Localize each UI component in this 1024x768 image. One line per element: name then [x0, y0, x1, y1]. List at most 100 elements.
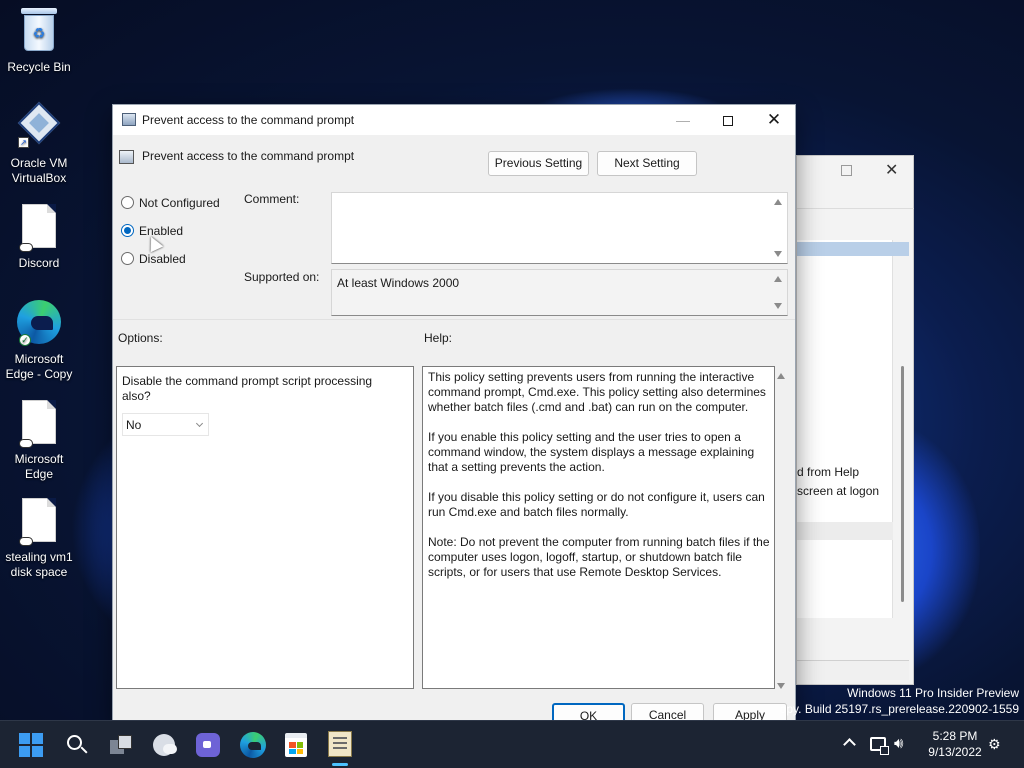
window-title: Prevent access to the command prompt — [142, 113, 355, 127]
desktop-icon-edge-copy[interactable]: ✓ Microsoft Edge - Copy — [4, 300, 74, 382]
scroll-up-icon[interactable] — [774, 199, 782, 205]
scroll-down-icon[interactable] — [774, 303, 782, 309]
chevron-up-icon[interactable] — [843, 738, 856, 751]
radio-circle[interactable] — [121, 252, 134, 265]
desktop-icon-virtualbox[interactable]: ↗ Oracle VM VirtualBox — [4, 101, 74, 186]
file-icon — [22, 204, 56, 248]
background-text: screen at logon — [797, 484, 880, 498]
radio-label: Disabled — [139, 252, 186, 266]
clock[interactable]: 5:28 PM 9/13/2022 — [924, 728, 986, 760]
close-icon: ✕ — [766, 110, 782, 129]
cloud-sync-icon — [19, 243, 33, 252]
store-icon[interactable] — [285, 733, 307, 757]
active-app-indicator — [332, 763, 348, 766]
help-scrollbar[interactable] — [773, 370, 789, 692]
section-divider — [113, 319, 795, 320]
dropdown-value: No — [126, 418, 142, 432]
scrollbar[interactable] — [901, 366, 904, 602]
radio-not-configured[interactable]: Not Configured — [121, 196, 220, 210]
help-label: Help: — [424, 331, 453, 345]
menu-divider — [797, 208, 914, 209]
volume-icon[interactable]: 🔊︎ — [894, 735, 914, 753]
radio-label: Enabled — [139, 224, 184, 238]
options-panel: Disable the command prompt script proces… — [116, 366, 414, 689]
virtualbox-icon: ↗ — [17, 101, 61, 148]
close-button[interactable]: ✕ — [751, 105, 795, 135]
radio-circle[interactable] — [121, 196, 134, 209]
teams-chat-icon[interactable] — [196, 733, 220, 757]
desktop-icon-label: Discord — [18, 256, 60, 270]
script-processing-dropdown[interactable]: No — [122, 413, 209, 436]
notification-icon[interactable]: ⚙ — [988, 737, 1004, 751]
minimize-button[interactable]: — — [660, 105, 706, 135]
desktop-icon-label: Microsoft Edge — [14, 452, 64, 481]
option-question: Disable the command prompt script proces… — [122, 374, 373, 403]
start-icon[interactable] — [19, 733, 43, 757]
comment-label: Comment: — [244, 192, 300, 206]
scroll-up-icon[interactable] — [774, 276, 782, 282]
scroll-down-icon[interactable] — [774, 251, 782, 257]
setting-icon — [119, 150, 134, 164]
watermark-line: opy. Build 25197.rs_prerelease.220902-15… — [779, 702, 1019, 716]
maximize-icon — [723, 116, 733, 127]
file-icon — [22, 400, 56, 444]
desktop-icon-label: stealing vm1 disk space — [5, 550, 73, 579]
desktop-icon-edge[interactable]: Microsoft Edge — [4, 400, 74, 482]
previous-setting-button[interactable]: Previous Setting — [488, 151, 589, 176]
options-label: Options: — [118, 331, 163, 345]
list-row[interactable] — [797, 522, 893, 540]
scroll-up-icon[interactable] — [777, 373, 785, 379]
help-paragraph: If you disable this policy setting or do… — [428, 490, 765, 519]
windows-watermark: Windows 11 Pro Insider Preview opy. Buil… — [780, 685, 1019, 717]
help-paragraph: If you enable this policy setting and th… — [428, 430, 755, 474]
help-paragraph: This policy setting prevents users from … — [428, 370, 766, 414]
file-icon — [22, 498, 56, 542]
edge-icon[interactable] — [240, 732, 266, 758]
supported-on-field[interactable]: At least Windows 2000 — [331, 269, 788, 316]
selected-row[interactable] — [797, 242, 909, 256]
desktop-icon-label: Microsoft Edge - Copy — [5, 352, 73, 381]
background-text: d from Help — [797, 465, 860, 479]
radio-disabled[interactable]: Disabled — [121, 252, 186, 266]
radio-circle[interactable] — [121, 224, 134, 237]
desktop-icon-label: Recycle Bin — [7, 60, 71, 74]
maximize-button[interactable] — [705, 105, 751, 135]
chevron-down-icon — [195, 419, 204, 428]
supported-on-value: At least Windows 2000 — [337, 276, 460, 290]
supported-scrollbar[interactable] — [771, 270, 787, 315]
setting-title: Prevent access to the command prompt — [142, 149, 355, 163]
cloud-sync-icon — [19, 537, 33, 546]
radio-label: Not Configured — [139, 196, 220, 210]
status-bar — [797, 660, 909, 680]
taskbar: 🔊︎ 5:28 PM 9/13/2022 ⚙ — [0, 720, 1024, 768]
cloud-sync-icon — [19, 439, 33, 448]
help-paragraph: Note: Do not prevent the computer from r… — [428, 535, 770, 579]
desktop-icon-stealing-vm1[interactable]: stealing vm1 disk space — [4, 498, 74, 580]
watermark-line: Windows 11 Pro Insider Preview — [847, 686, 1019, 700]
background-list-pane[interactable] — [797, 240, 893, 618]
next-setting-button[interactable]: Next Setting — [597, 151, 697, 176]
help-panel: This policy setting prevents users from … — [422, 366, 775, 689]
search-icon[interactable] — [65, 733, 89, 757]
check-badge-icon: ✓ — [19, 334, 31, 346]
shortcut-arrow-icon: ↗ — [18, 137, 29, 148]
policy-setting-dialog[interactable]: Prevent access to the command prompt — ✕… — [112, 104, 796, 724]
comment-scrollbar[interactable] — [771, 193, 787, 263]
clock-date: 9/13/2022 — [928, 745, 982, 759]
maximize-icon[interactable] — [841, 165, 852, 176]
recycle-bin-icon — [21, 8, 57, 52]
policy-icon — [122, 113, 136, 126]
desktop-icon-recycle-bin[interactable]: Recycle Bin — [4, 8, 74, 75]
close-icon[interactable]: ✕ — [885, 160, 898, 180]
title-bar[interactable]: Prevent access to the command prompt — ✕ — [113, 105, 795, 135]
desktop-icon-discord[interactable]: Discord — [4, 204, 74, 271]
clock-time: 5:28 PM — [932, 729, 978, 743]
widgets-icon[interactable] — [153, 734, 177, 756]
desktop-icon-label: Oracle VM VirtualBox — [10, 156, 68, 185]
task-view-icon[interactable] — [110, 735, 134, 755]
network-icon[interactable] — [870, 737, 889, 755]
supported-on-label: Supported on: — [244, 270, 320, 284]
group-policy-editor-icon[interactable] — [328, 731, 352, 757]
comment-field[interactable] — [331, 192, 788, 264]
background-window[interactable]: ✕ d from Help screen at logon — [796, 155, 914, 685]
